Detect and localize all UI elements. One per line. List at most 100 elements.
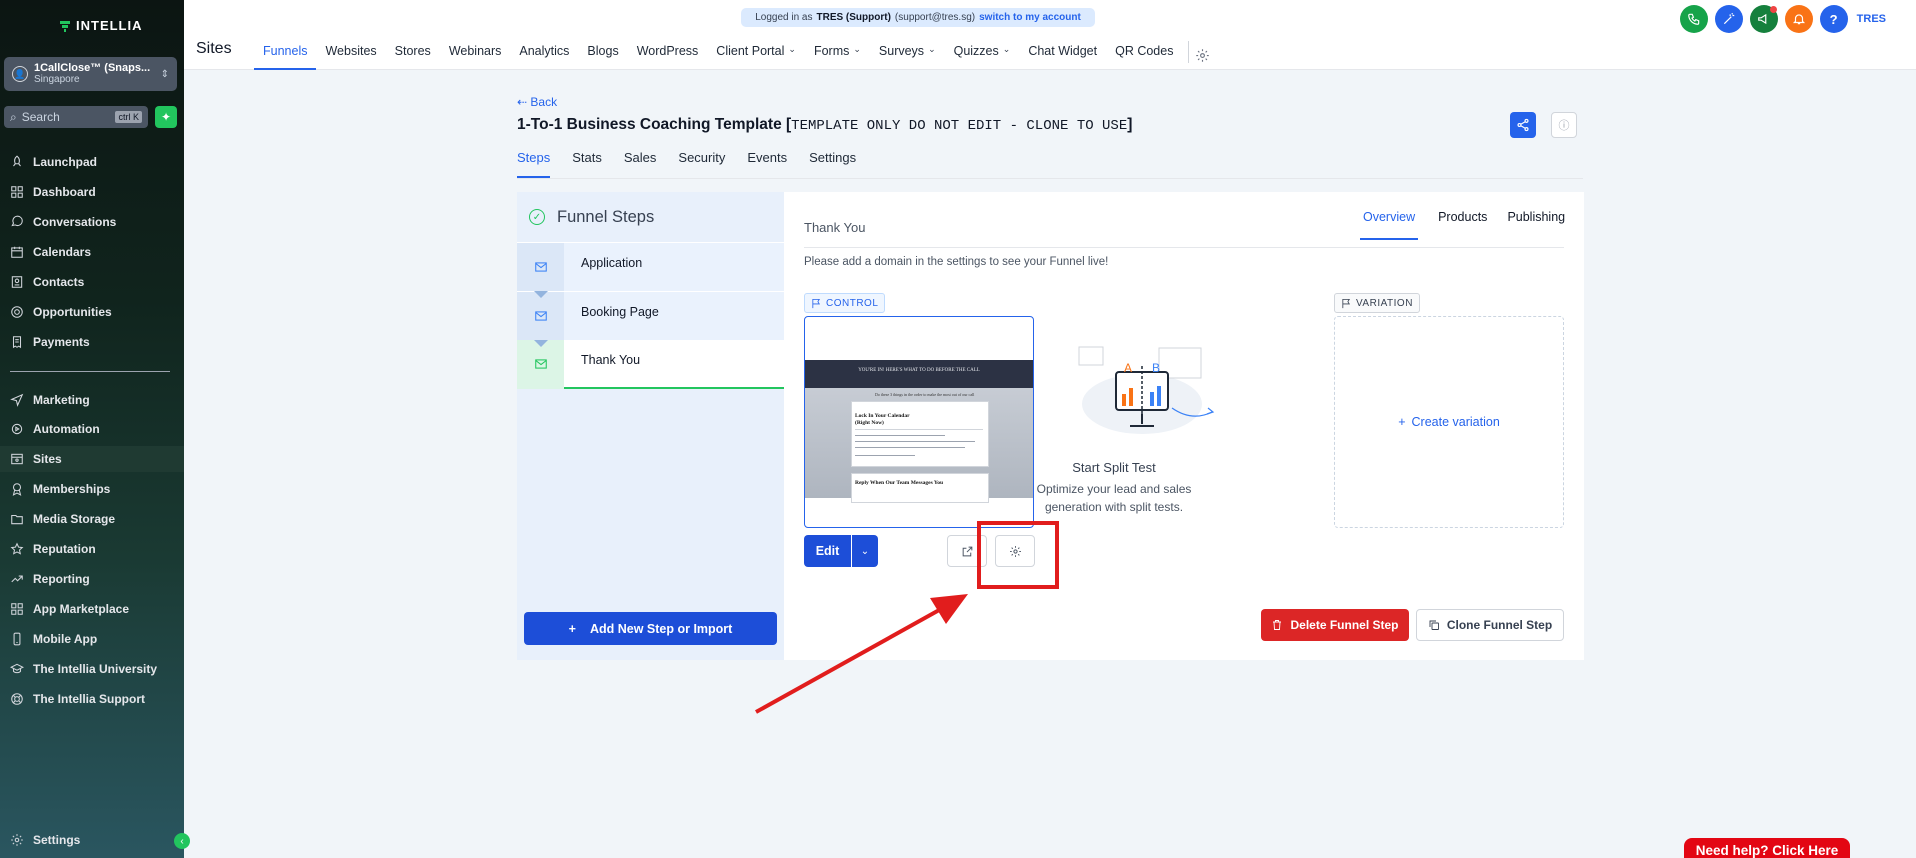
magic-wand-icon[interactable] [1714, 5, 1743, 33]
thumbnail-card-1 [851, 401, 989, 467]
nav-client-portal[interactable]: Client Portal ⌄ [707, 38, 805, 70]
sites-settings-gear-icon[interactable] [1195, 48, 1210, 66]
thumbnail-line [855, 441, 975, 442]
sidebar: INTELLIA 👤 1CallClose™ (Snaps... Singapo… [0, 0, 184, 858]
sidebar-item-the-intellia-support[interactable]: The Intellia Support [10, 688, 180, 710]
share-button[interactable] [1510, 112, 1536, 138]
sidebar-item-media-storage[interactable]: Media Storage [10, 508, 180, 530]
nav-webinars[interactable]: Webinars [440, 38, 511, 70]
delete-step-button[interactable]: Delete Funnel Step [1261, 609, 1409, 641]
funnel-step-item[interactable]: Booking Page [517, 291, 784, 341]
sidebar-item-sites[interactable]: Sites [0, 446, 184, 472]
info-button[interactable]: ⓘ [1551, 112, 1577, 138]
search-shortcut: ctrl K [115, 111, 142, 123]
account-location: Singapore [34, 74, 80, 85]
funnel-step-label: Application [581, 256, 643, 270]
collapse-sidebar-button[interactable]: ‹ [174, 833, 190, 849]
account-switcher[interactable]: 👤 1CallClose™ (Snaps... Singapore ⇕ [4, 57, 177, 91]
nav-label: Forms [813, 44, 850, 58]
nav-label: Analytics [519, 44, 570, 58]
sidebar-item-memberships[interactable]: Memberships [10, 478, 180, 500]
sidebar-item-label: Payments [33, 335, 90, 349]
nav-label: Quizzes [953, 44, 999, 58]
variation-badge: VARIATION [1334, 293, 1420, 313]
sidebar-item-dashboard[interactable]: Dashboard [10, 181, 180, 203]
chevron-down-icon: ⌄ [853, 44, 861, 54]
tab-stats[interactable]: Stats [572, 148, 602, 178]
sidebar-item-marketing[interactable]: Marketing [10, 389, 180, 411]
megaphone-icon[interactable] [1749, 5, 1778, 33]
brand-logo[interactable]: INTELLIA [58, 18, 143, 33]
help-icon[interactable]: ? [1819, 5, 1848, 33]
step-tab-overview[interactable]: Overview [1360, 208, 1419, 240]
nav-chat-widget[interactable]: Chat Widget [1019, 38, 1106, 70]
user-initials[interactable]: TRES [1857, 13, 1886, 25]
nav-analytics[interactable]: Analytics [510, 38, 578, 70]
tab-events[interactable]: Events [747, 148, 787, 178]
help-button[interactable]: Need help? Click Here [1684, 838, 1850, 858]
tab-security[interactable]: Security [678, 148, 725, 178]
tab-steps[interactable]: Steps [517, 148, 551, 178]
thumbnail-line [855, 447, 965, 448]
share-icon [1517, 118, 1529, 132]
sidebar-item-label: Opportunities [33, 305, 112, 319]
sidebar-item-payments[interactable]: Payments [10, 331, 180, 353]
sidebar-item-automation[interactable]: Automation [10, 418, 180, 440]
edit-button[interactable]: Edit [804, 535, 851, 567]
nav-qr-codes[interactable]: QR Codes [1106, 38, 1182, 70]
nav-websites[interactable]: Websites [316, 38, 385, 70]
impersonation-banner: Logged in as TRES (Support) (support@tre… [741, 8, 1095, 27]
sidebar-search[interactable]: ⌕ Search ctrl K [4, 106, 148, 128]
support-icon [10, 692, 24, 706]
step-tab-publishing[interactable]: Publishing [1507, 208, 1565, 240]
sidebar-item-app-marketplace[interactable]: App Marketplace [10, 598, 180, 620]
nav-funnels[interactable]: Funnels [254, 38, 317, 70]
sidebar-item-label: Marketing [33, 393, 90, 407]
nav-quizzes[interactable]: Quizzes ⌄ [945, 38, 1020, 70]
quick-action-button[interactable]: ✦ [155, 106, 177, 128]
sidebar-item-label: Dashboard [33, 185, 96, 199]
nav-divider [1188, 41, 1190, 63]
create-variation-button[interactable]: + Create variation [1334, 316, 1564, 528]
page-preview-thumbnail[interactable]: YOU'RE IN! HERE'S WHAT TO DO BEFORE THE … [804, 316, 1034, 528]
brand-name: INTELLIA [76, 18, 143, 33]
back-link[interactable]: ⇠ Back [517, 95, 557, 109]
step-tab-products[interactable]: Products [1438, 208, 1487, 240]
sidebar-item-label: Mobile App [33, 632, 98, 646]
nav-forms[interactable]: Forms ⌄ [805, 38, 870, 70]
tab-sales[interactable]: Sales [624, 148, 657, 178]
sidebar-item-opportunities[interactable]: Opportunities [10, 301, 180, 323]
switch-account-link[interactable]: switch to my account [979, 12, 1081, 23]
contacts-icon [10, 275, 24, 289]
bell-icon[interactable] [1784, 5, 1813, 33]
edit-dropdown-button[interactable]: ⌄ [852, 535, 878, 567]
sidebar-item-settings[interactable]: Settings [10, 829, 180, 851]
sidebar-item-label: Reputation [33, 542, 96, 556]
sidebar-item-the-intellia-university[interactable]: The Intellia University [10, 658, 180, 680]
funnel-step-item[interactable]: Application [517, 242, 784, 292]
gear-icon [10, 833, 24, 847]
nav-blogs[interactable]: Blogs [578, 38, 627, 70]
sidebar-item-reputation[interactable]: Reputation [10, 538, 180, 560]
target-icon [10, 305, 24, 319]
step-connector-icon [534, 291, 548, 298]
sidebar-item-conversations[interactable]: Conversations [10, 211, 180, 233]
sidebar-item-mobile-app[interactable]: Mobile App [10, 628, 180, 650]
nav-label: Surveys [878, 44, 925, 58]
nav-surveys[interactable]: Surveys ⌄ [870, 38, 945, 70]
sidebar-item-launchpad[interactable]: Launchpad [10, 151, 180, 173]
page-title-note: TEMPLATE ONLY DO NOT EDIT - CLONE TO USE [791, 118, 1128, 134]
external-link-icon [962, 546, 972, 556]
funnel-step-item[interactable]: Thank You [517, 339, 784, 389]
banner-user: TRES (Support) [816, 12, 891, 23]
mail-icon [517, 291, 564, 341]
funnel-step-label: Booking Page [581, 305, 659, 319]
tab-settings[interactable]: Settings [809, 148, 856, 178]
nav-wordpress[interactable]: WordPress [628, 38, 708, 70]
phone-icon[interactable] [1679, 5, 1708, 33]
nav-stores[interactable]: Stores [386, 38, 440, 70]
clone-step-button[interactable]: Clone Funnel Step [1416, 609, 1564, 641]
sidebar-item-calendars[interactable]: Calendars [10, 241, 180, 263]
sidebar-item-reporting[interactable]: Reporting [10, 568, 180, 590]
sidebar-item-contacts[interactable]: Contacts [10, 271, 180, 293]
